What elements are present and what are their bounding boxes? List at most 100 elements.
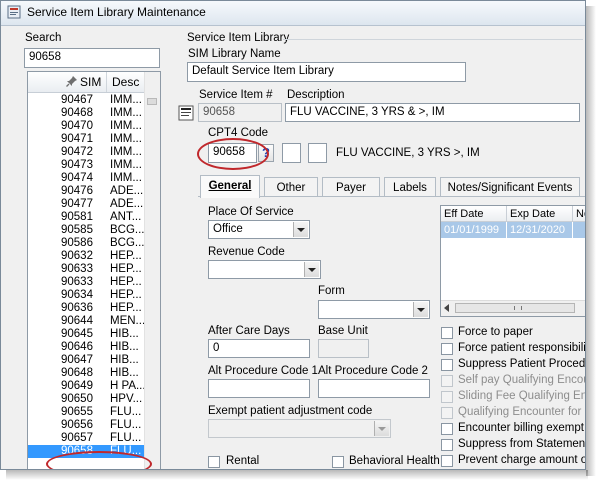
grid-header-eff-date[interactable]: Eff Date	[441, 206, 507, 222]
list-item-sim: 90468	[61, 107, 93, 119]
list-item-desc: HIB...	[110, 354, 139, 366]
list-item-sim: 90585	[61, 224, 93, 236]
list-item-sim: 90648	[61, 367, 93, 379]
tab-labels[interactable]: Labels	[384, 177, 436, 197]
description-field[interactable]: FLU VACCINE, 3 YRS & >, IM	[285, 103, 580, 122]
list-item[interactable]: 90644 MEN...	[28, 315, 146, 328]
tab-notes-significant-events[interactable]: Notes/Significant Events	[440, 177, 580, 197]
option-checkbox[interactable]	[441, 343, 453, 355]
list-item-desc: ANT...	[110, 211, 142, 223]
description-label: Description	[287, 89, 345, 101]
list-item[interactable]: 90632 HEP...	[28, 250, 146, 263]
app-icon	[7, 5, 21, 19]
option-checkbox[interactable]	[441, 423, 453, 435]
alt-procedure-2-label: Alt Procedure Code 2	[318, 365, 428, 377]
grid-cell-eff-date[interactable]: 01/01/1999	[441, 222, 507, 238]
chevron-down-icon[interactable]	[304, 262, 319, 277]
list-item[interactable]: 90655 FLU...	[28, 406, 146, 419]
list-item[interactable]: 90472 IMM...	[28, 146, 146, 159]
title-bar: Service Item Library Maintenance	[1, 1, 585, 26]
cpt4-description: FLU VACCINE, 3 YRS >, IM	[336, 147, 480, 159]
list-item-desc: BCG...	[110, 224, 145, 236]
after-care-days-field[interactable]: 0	[208, 339, 310, 358]
tab-general[interactable]: General	[200, 175, 260, 198]
list-item[interactable]: 90586 BCG...	[28, 237, 146, 250]
grid-scrollbar[interactable]	[441, 300, 585, 316]
list-item[interactable]: 90476 ADE...	[28, 185, 146, 198]
alt-procedure-2-field[interactable]	[318, 379, 430, 398]
cpt4-modifier-2[interactable]	[308, 143, 327, 163]
list-item[interactable]: 90648 HIB...	[28, 367, 146, 380]
list-item[interactable]: 90649 H PA...	[28, 380, 146, 393]
alt-procedure-1-field[interactable]	[208, 379, 310, 398]
chevron-down-icon[interactable]	[293, 222, 308, 237]
list-item[interactable]: 90581 ANT...	[28, 211, 146, 224]
list-item[interactable]: 90633 HEP...	[28, 276, 146, 289]
option-checkbox[interactable]	[441, 327, 453, 339]
list-item[interactable]: 90656 FLU...	[28, 419, 146, 432]
option-checkbox[interactable]	[441, 359, 453, 371]
tab-payer[interactable]: Payer	[322, 177, 380, 197]
list-scrollbar[interactable]	[144, 72, 160, 469]
effective-date-grid[interactable]: Eff Date Exp Date No 01/01/1999 12/31/20…	[440, 205, 585, 317]
list-item[interactable]: 90467 IMM...	[28, 94, 146, 107]
list-item[interactable]: 90645 HIB...	[28, 328, 146, 341]
list-item-desc: ADE...	[110, 198, 144, 210]
list-item-sim: 90647	[61, 354, 93, 366]
list-item[interactable]: 90477 ADE...	[28, 198, 146, 211]
list-item-sim: 90655	[61, 406, 93, 418]
option-checkbox-label: Suppress from Statement	[458, 438, 586, 450]
list-item[interactable]: 90650 HPV...	[28, 393, 146, 406]
list-item-desc: IMM...	[110, 94, 142, 106]
tab-other[interactable]: Other	[264, 177, 318, 197]
grid-cell-exp-date[interactable]: 12/31/2020	[507, 222, 573, 238]
list-item[interactable]: 90474 IMM...	[28, 172, 146, 185]
list-item-sim: 90471	[61, 133, 93, 145]
list-item[interactable]: 90636 HEP...	[28, 302, 146, 315]
list-item-sim: 90581	[61, 211, 93, 223]
pin-icon[interactable]	[66, 75, 78, 88]
list-item-sim: 90477	[61, 198, 93, 210]
list-item[interactable]: 90657 FLU...	[28, 432, 146, 445]
list-item[interactable]: 90470 IMM...	[28, 120, 146, 133]
list-item-desc: H PA...	[110, 380, 146, 392]
list-item-sim: 90633	[61, 276, 93, 288]
scroll-left-icon[interactable]	[444, 304, 449, 312]
list-item-sim: 90644	[61, 315, 93, 327]
grid-scroll-thumb[interactable]	[455, 303, 575, 313]
behavioral-health-checkbox[interactable]	[332, 456, 344, 468]
list-scroll-thumb[interactable]	[147, 98, 157, 105]
search-input[interactable]: 90658	[24, 48, 160, 68]
list-item[interactable]: 90468 IMM...	[28, 107, 146, 120]
list-item[interactable]: 90634 HEP...	[28, 289, 146, 302]
cpt4-modifier-1[interactable]	[282, 143, 301, 163]
column-header-sim[interactable]: SIM	[80, 75, 101, 89]
place-of-service-select[interactable]: Office	[208, 220, 310, 239]
list-item[interactable]: 90646 HIB...	[28, 341, 146, 354]
grid-header-no[interactable]: No	[573, 206, 585, 222]
list-item-desc: IMM...	[110, 146, 142, 158]
list-item-desc: HIB...	[110, 367, 139, 379]
option-checkbox[interactable]	[441, 455, 453, 467]
column-header-desc[interactable]: Desc	[112, 75, 139, 89]
option-checkbox[interactable]	[441, 439, 453, 451]
sim-list[interactable]: SIM Desc 90467 IMM... 90468 IMM... 90470 IMM.…	[27, 71, 161, 469]
service-item-number-label: Service Item #	[199, 89, 273, 101]
chevron-down-icon[interactable]	[413, 302, 428, 317]
list-item[interactable]: 90473 IMM...	[28, 159, 146, 172]
library-name-field[interactable]: Default Service Item Library	[187, 62, 466, 82]
list-item-desc: MEN...	[110, 315, 146, 327]
grid-cell-no[interactable]	[573, 222, 585, 238]
list-item[interactable]: 90471 IMM...	[28, 133, 146, 146]
form-select[interactable]	[318, 300, 430, 319]
list-item[interactable]: 90633 HEP...	[28, 263, 146, 276]
option-checkbox-label: Force to paper	[458, 326, 533, 338]
option-checkbox-label: Force patient responsibility	[458, 342, 586, 354]
list-item[interactable]: 90585 BCG...	[28, 224, 146, 237]
grid-header-exp-date[interactable]: Exp Date	[507, 206, 573, 222]
notes-icon[interactable]	[178, 105, 194, 121]
list-item-sim: 90657	[61, 432, 93, 444]
revenue-code-select[interactable]	[208, 260, 321, 279]
list-item[interactable]: 90647 HIB...	[28, 354, 146, 367]
rental-checkbox[interactable]	[208, 456, 220, 468]
